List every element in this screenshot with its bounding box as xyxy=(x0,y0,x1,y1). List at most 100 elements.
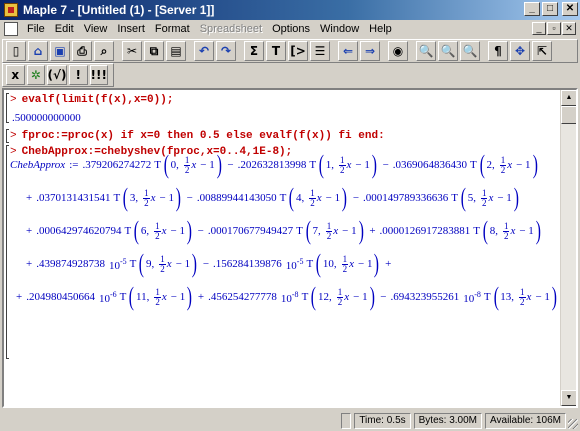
scroll-down-arrow-icon[interactable]: ▼ xyxy=(561,390,576,406)
worksheet-area[interactable]: > evalf(limit(f(x),x=0)); .500000000000 >… xyxy=(2,88,578,408)
print-icon[interactable]: ⎙ xyxy=(72,41,92,61)
menu-insert[interactable]: Insert xyxy=(112,20,150,38)
group-bracket[interactable] xyxy=(6,145,9,359)
close-button[interactable]: ✕ xyxy=(562,2,578,16)
document-icon[interactable] xyxy=(4,22,18,36)
menu-view[interactable]: View xyxy=(79,20,113,38)
resize-grip[interactable] xyxy=(568,419,578,429)
fraction-one-half: 12 xyxy=(154,287,161,307)
group-bracket[interactable] xyxy=(6,129,9,143)
variable-x: x xyxy=(488,192,494,204)
menu-window[interactable]: Window xyxy=(315,20,364,38)
text-mode-icon[interactable]: T xyxy=(266,41,286,61)
right-paren: ) xyxy=(371,150,377,179)
menu-edit[interactable]: Edit xyxy=(50,20,79,38)
doc-restore-button[interactable]: ▫ xyxy=(547,22,561,35)
input-line-2[interactable]: > fproc:=proc(x) if x=0 then 0.5 else eva… xyxy=(10,130,385,142)
list-icon[interactable]: ☰ xyxy=(310,41,330,61)
assign-operator: := xyxy=(69,159,79,171)
chebyshev-T: T xyxy=(451,192,459,204)
fraction-one-half: 12 xyxy=(519,287,526,307)
stop-icon[interactable]: ◉ xyxy=(388,41,408,61)
redo-icon[interactable]: ↷ xyxy=(216,41,236,61)
function-icon[interactable]: (√) xyxy=(47,65,67,85)
left-paren: ( xyxy=(122,183,129,212)
x-mode-icon[interactable]: x xyxy=(6,65,25,85)
paste-icon[interactable]: ▤ xyxy=(166,41,186,61)
outdent-icon[interactable]: ⇐ xyxy=(338,41,358,61)
fraction-one-half: 12 xyxy=(309,188,316,208)
maple-app-icon[interactable] xyxy=(4,3,18,17)
zoom-150-icon[interactable]: 🔍 xyxy=(438,41,458,61)
title-bar: Maple 7 - [Untitled (1) - [Server 1]] _ … xyxy=(0,0,580,20)
move-icon[interactable]: ✥ xyxy=(510,41,530,61)
sign-operator: − xyxy=(202,258,210,270)
doc-minimize-button[interactable]: _ xyxy=(532,22,546,35)
copy-icon[interactable]: ⧉ xyxy=(144,41,164,61)
menu-file[interactable]: File xyxy=(22,20,50,38)
sign-operator: + xyxy=(385,258,392,270)
restart-icon[interactable]: ⇱ xyxy=(532,41,552,61)
coefficient: .0370131431541 xyxy=(36,192,111,204)
sigma-icon[interactable]: Σ xyxy=(244,41,264,61)
variable-x: x xyxy=(346,159,352,171)
term-index: 13, xyxy=(500,291,515,303)
sign-operator: + xyxy=(369,225,376,237)
variable-x: x xyxy=(526,291,532,303)
expression-row: + .204980450664 10-6 T(11, 1 2 x − 1) + .45625427… xyxy=(16,284,559,310)
chebyshev-T: T xyxy=(470,159,477,171)
menu-help[interactable]: Help xyxy=(364,20,397,38)
cut-icon[interactable]: ✂ xyxy=(122,41,142,61)
execute-all-icon[interactable]: !!! xyxy=(89,65,108,85)
undo-icon[interactable]: ↶ xyxy=(194,41,214,61)
term-index: 8, xyxy=(489,225,498,237)
zoom-100-icon[interactable]: 🔍 xyxy=(416,41,436,61)
scroll-thumb[interactable] xyxy=(561,106,576,124)
term-index: 11, xyxy=(136,291,150,303)
variable-x: x xyxy=(150,192,156,204)
right-paren: ) xyxy=(374,249,380,278)
minus-one: − 1 xyxy=(200,159,215,171)
input-line-1[interactable]: > evalf(limit(f(x),x=0)); xyxy=(10,94,173,106)
term-index: 2, xyxy=(486,159,495,171)
open-file-icon[interactable]: ⌂ xyxy=(28,41,48,61)
print-preview-icon[interactable]: ⌕ xyxy=(94,41,114,61)
plus-operator: + xyxy=(26,192,33,204)
minus-one: − 1 xyxy=(170,225,185,237)
save-icon[interactable]: ▣ xyxy=(50,41,70,61)
zoom-200-icon[interactable]: 🔍 xyxy=(460,41,480,61)
left-paren: ( xyxy=(311,282,317,311)
prompt-insert-icon[interactable]: [> xyxy=(288,41,308,61)
variable-x: x xyxy=(161,291,167,303)
left-paren: ( xyxy=(163,150,169,179)
execute-icon[interactable]: ! xyxy=(69,65,88,85)
coefficient: .000170677949427 xyxy=(207,225,294,237)
minimize-button[interactable]: _ xyxy=(524,2,540,16)
doc-close-button[interactable]: ✕ xyxy=(562,22,576,35)
maximize-button[interactable]: □ xyxy=(542,2,558,16)
pilcrow-icon[interactable]: ¶ xyxy=(488,41,508,61)
fraction-one-half: 12 xyxy=(154,221,161,241)
new-file-icon[interactable]: ▯ xyxy=(6,41,26,61)
indent-icon[interactable]: ⇒ xyxy=(360,41,380,61)
fraction-denominator: 2 xyxy=(337,296,343,307)
left-paren: ( xyxy=(315,249,322,278)
vertical-scrollbar[interactable]: ▲ ▼ xyxy=(560,90,576,406)
scroll-up-arrow-icon[interactable]: ▲ xyxy=(561,90,576,106)
fraction-numerator: 1 xyxy=(325,220,333,232)
group-bracket[interactable] xyxy=(6,93,9,123)
menu-options[interactable]: Options xyxy=(267,20,315,38)
right-paren: ) xyxy=(535,216,541,245)
fraction-denominator: 2 xyxy=(160,263,165,274)
menu-bar: File Edit View Insert Format Spreadsheet… xyxy=(0,20,580,38)
fraction-numerator: 1 xyxy=(143,187,150,199)
chebyshev-T: T xyxy=(279,192,287,204)
status-blank xyxy=(341,412,352,429)
coefficient: .204980450664 xyxy=(26,291,95,303)
menu-format[interactable]: Format xyxy=(150,20,195,38)
term-index: 6, xyxy=(140,225,150,237)
right-paren: ) xyxy=(186,282,193,311)
minus-one: − 1 xyxy=(358,258,373,270)
fraction-denominator: 2 xyxy=(520,296,525,307)
maple-leaf-icon[interactable]: ✲ xyxy=(26,65,45,85)
